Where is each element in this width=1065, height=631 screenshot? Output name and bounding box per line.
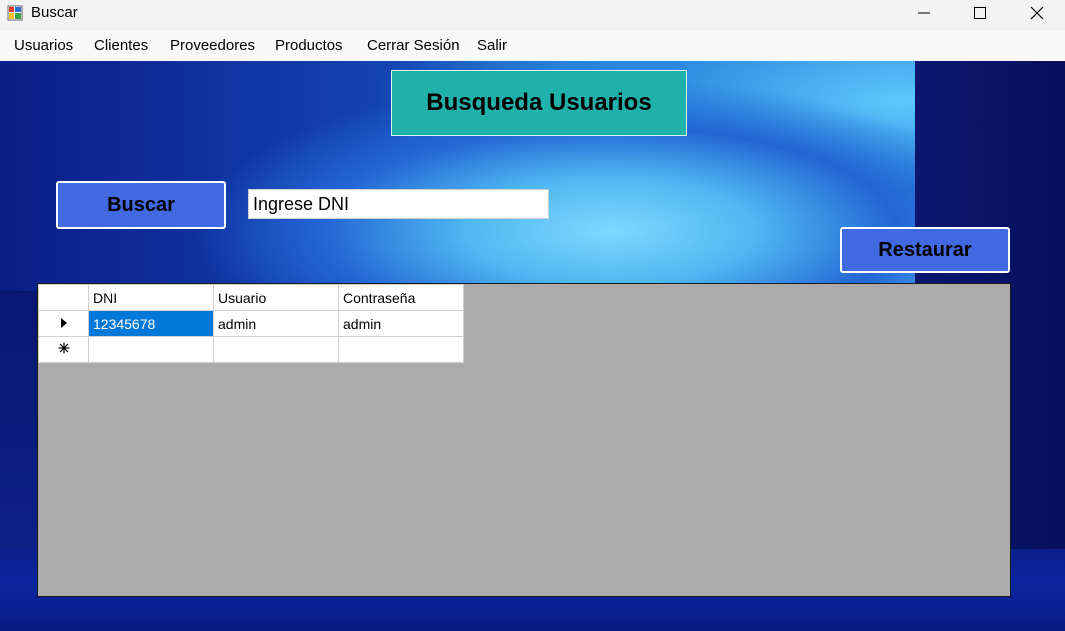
row-header[interactable] xyxy=(38,336,89,363)
new-cell-contrasena[interactable] xyxy=(338,336,464,363)
minimize-button[interactable] xyxy=(896,0,952,26)
dni-search-input[interactable] xyxy=(248,189,549,219)
restore-button[interactable]: Restaurar xyxy=(840,227,1010,273)
cell-contrasena[interactable]: admin xyxy=(338,310,464,337)
users-data-grid[interactable]: DNI Usuario Contraseña 12345678 admin ad… xyxy=(37,283,1011,597)
row-header-corner xyxy=(38,284,89,311)
new-row-asterisk-icon xyxy=(58,342,69,354)
search-button[interactable]: Buscar xyxy=(56,181,226,229)
new-row[interactable] xyxy=(38,336,464,363)
cell-dni[interactable]: 12345678 xyxy=(88,310,214,337)
maximize-icon xyxy=(974,7,986,19)
current-row-arrow-icon xyxy=(60,318,67,328)
new-cell-usuario[interactable] xyxy=(213,336,339,363)
column-header-dni[interactable]: DNI xyxy=(88,284,214,311)
close-button[interactable] xyxy=(1009,0,1065,26)
menu-item-clientes[interactable]: Clientes xyxy=(94,37,148,54)
menu-item-proveedores[interactable]: Proveedores xyxy=(170,37,255,54)
form-client-area: Busqueda Usuarios Buscar Restaurar DNI U… xyxy=(0,61,1065,631)
menu-item-cerrar-sesion[interactable]: Cerrar Sesión xyxy=(367,37,460,54)
menu-item-usuarios[interactable]: Usuarios xyxy=(14,37,73,54)
menu-bar: Usuarios Clientes Proveedores Productos … xyxy=(0,31,1065,62)
cell-usuario[interactable]: admin xyxy=(213,310,339,337)
column-header-contrasena[interactable]: Contraseña xyxy=(338,284,464,311)
minimize-icon xyxy=(918,12,930,14)
maximize-button[interactable] xyxy=(952,0,1008,26)
row-header[interactable] xyxy=(38,310,89,337)
table-header-row: DNI Usuario Contraseña xyxy=(38,284,464,311)
new-cell-dni[interactable] xyxy=(88,336,214,363)
window-titlebar: Buscar xyxy=(0,0,1065,31)
menu-item-productos[interactable]: Productos xyxy=(275,37,343,54)
column-header-usuario[interactable]: Usuario xyxy=(213,284,339,311)
menu-item-salir[interactable]: Salir xyxy=(477,37,507,54)
window-title: Buscar xyxy=(31,4,78,21)
table-row[interactable]: 12345678 admin admin xyxy=(38,310,464,337)
form-icon xyxy=(7,5,23,21)
users-table: DNI Usuario Contraseña 12345678 admin ad… xyxy=(38,284,464,363)
close-icon xyxy=(1030,6,1044,20)
page-title: Busqueda Usuarios xyxy=(391,70,687,136)
